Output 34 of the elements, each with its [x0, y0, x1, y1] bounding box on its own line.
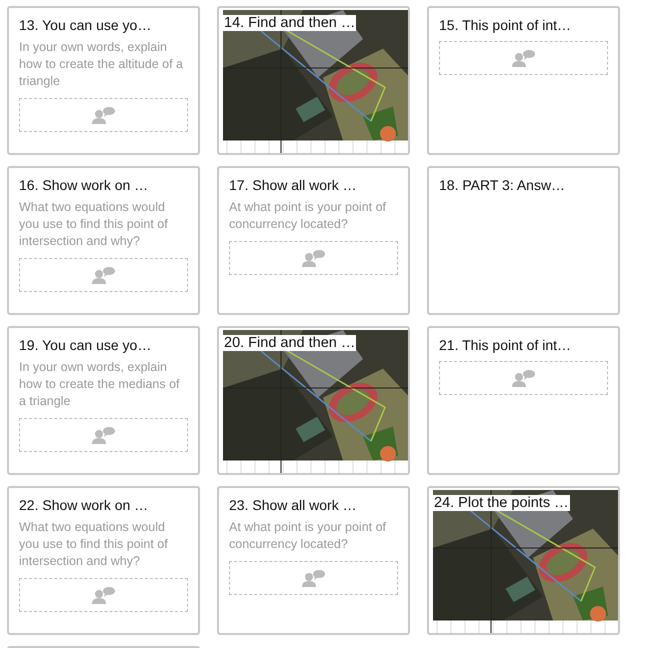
- comment-icon: [302, 569, 326, 587]
- question-title: 15. This point of int…: [439, 17, 572, 33]
- comment-icon: [92, 266, 116, 284]
- question-prompt: At what point is your point of concurrency located?: [229, 519, 388, 553]
- response-box[interactable]: [19, 258, 188, 292]
- question-title: 18. PART 3: Answ…: [439, 177, 566, 193]
- comment-icon: [92, 106, 116, 124]
- question-prompt: What two equations would you use to find this point of intersection and why?: [19, 199, 169, 250]
- question-prompt: In your own words, explain how to create the altitude of a triangle: [19, 39, 184, 90]
- question-title: 24. Plot the points …: [433, 495, 570, 511]
- response-box[interactable]: [229, 561, 398, 595]
- question-prompt: At what point is your point of concurrency located?: [229, 199, 388, 233]
- comment-icon: [92, 426, 116, 444]
- response-box[interactable]: [439, 41, 608, 75]
- response-box[interactable]: [19, 98, 188, 132]
- comment-icon: [92, 586, 116, 604]
- question-title: 13. You can use yo…: [19, 17, 152, 33]
- question-title: 21. This point of int…: [439, 337, 572, 353]
- response-box[interactable]: [229, 241, 398, 275]
- question-title: 22. Show work on …: [19, 497, 150, 513]
- comment-icon: [512, 369, 536, 387]
- response-box[interactable]: [19, 418, 188, 452]
- question-title: 17. Show all work …: [229, 177, 358, 193]
- question-title: 16. Show work on …: [19, 177, 150, 193]
- question-prompt: What two equations would you use to find this point of intersection and why?: [19, 519, 169, 570]
- question-title: 23. Show all work …: [229, 497, 358, 513]
- comment-icon: [302, 249, 326, 267]
- question-title: 14. Find and then …: [223, 15, 356, 31]
- question-title: 20. Find and then …: [223, 335, 356, 351]
- response-box[interactable]: [439, 361, 608, 395]
- question-title: 19. You can use yo…: [19, 337, 152, 353]
- response-box[interactable]: [19, 578, 188, 612]
- comment-icon: [512, 49, 536, 67]
- question-prompt: In your own words, explain how to create the medians of a triangle: [19, 359, 181, 410]
